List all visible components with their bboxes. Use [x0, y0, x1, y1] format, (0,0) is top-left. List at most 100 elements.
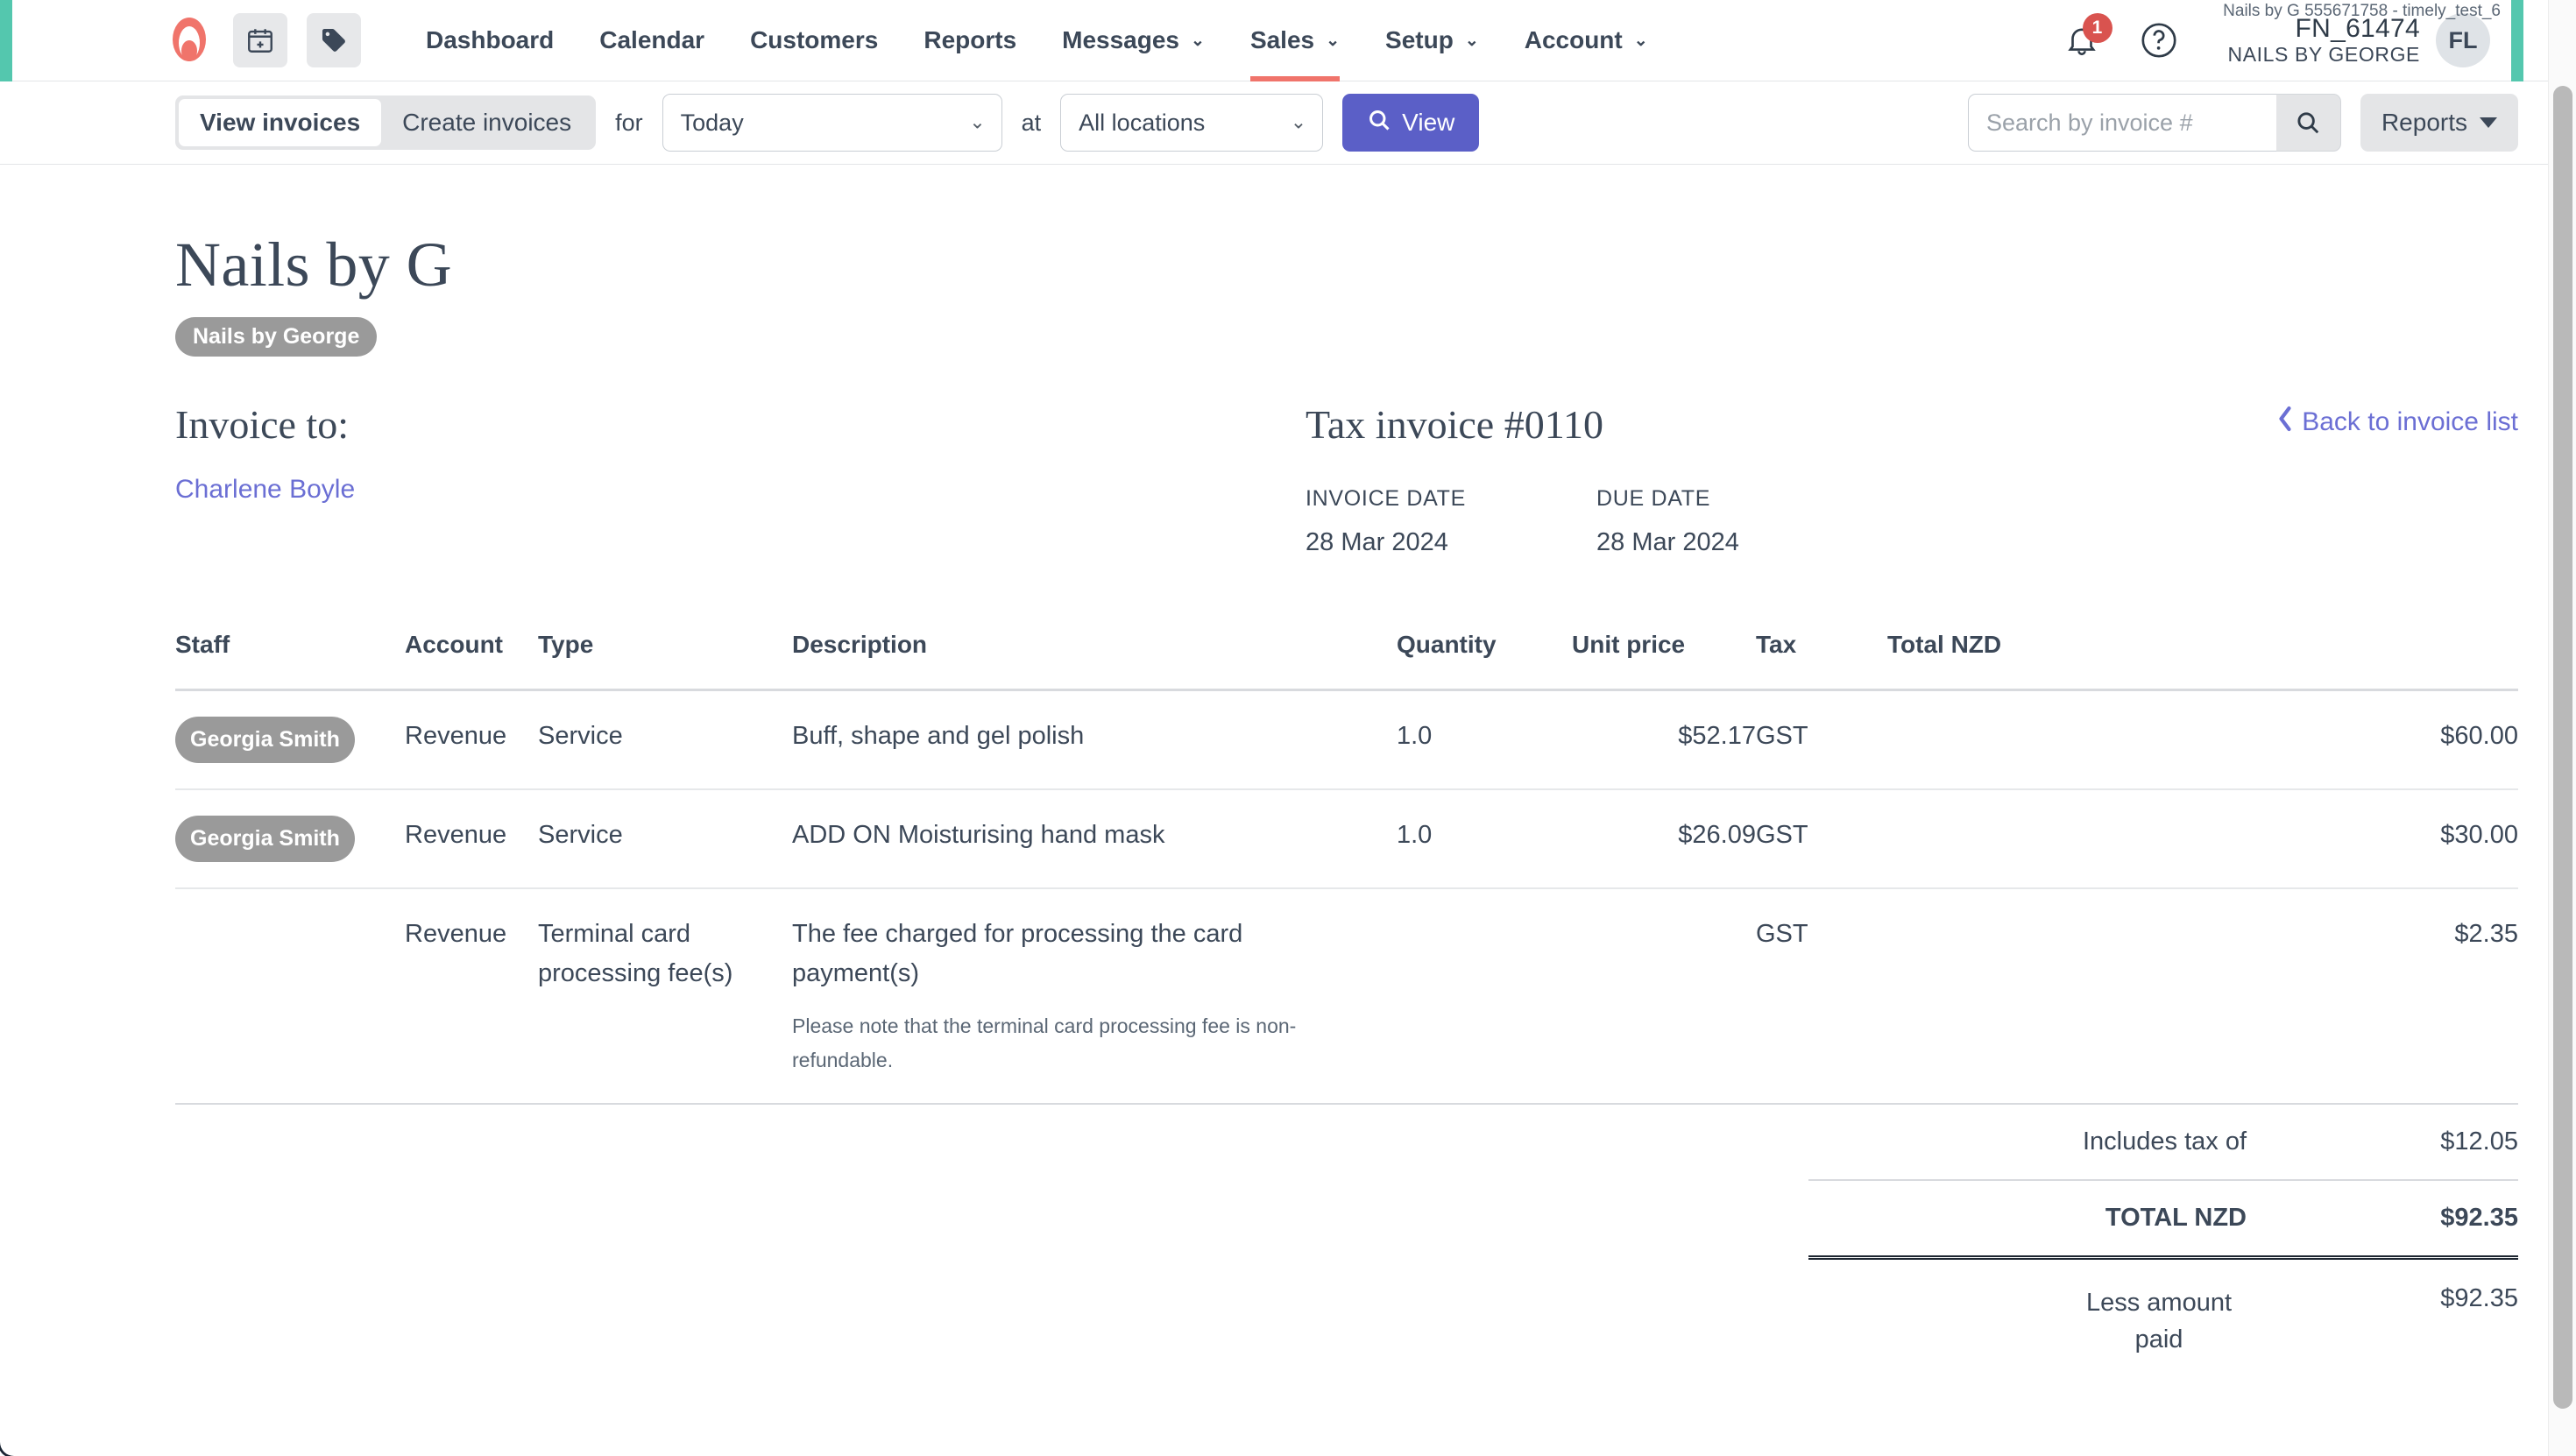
search-icon — [1367, 108, 1391, 138]
nav-label: Setup — [1385, 26, 1454, 53]
avatar[interactable]: FL — [2436, 13, 2490, 67]
notifications-button[interactable]: 1 — [2058, 13, 2112, 64]
invoice-mode-tabs: View invoices Create invoices — [175, 95, 597, 150]
amount-paid-value: $92.35 — [2440, 1283, 2518, 1312]
cell-description: Buff, shape and gel polish — [792, 690, 1397, 789]
column-header-type: Type — [538, 631, 594, 659]
nav-item-sales[interactable]: Sales ⌄ — [1228, 0, 1362, 81]
invoice-to-block: Invoice to: Charlene Boyle — [175, 403, 1306, 557]
due-date-value: 28 Mar 2024 — [1596, 528, 1739, 557]
toolbar-right-cluster: Reports — [1967, 94, 2518, 152]
nav-label: Reports — [924, 26, 1017, 53]
business-badge: Nails by George — [175, 317, 378, 357]
invoice-header-columns: Invoice to: Charlene Boyle Tax invoice #… — [175, 403, 2518, 557]
cell-total: $30.00 — [2440, 821, 2518, 850]
tab-view-invoices[interactable]: View invoices — [179, 99, 382, 146]
cell-quantity: 1.0 — [1397, 722, 1433, 751]
nav-item-customers[interactable]: Customers — [727, 0, 901, 81]
help-circle-icon[interactable] — [2135, 17, 2183, 64]
chevron-down-icon: ⌄ — [1326, 31, 1341, 50]
date-range-select[interactable]: Today ⌄ — [662, 94, 1002, 152]
cell-tax: GST — [1756, 821, 1808, 850]
new-appointment-button[interactable] — [233, 13, 287, 67]
totals-table: Includes tax of $12.05 TOTAL NZD $92.35 … — [1808, 1105, 2518, 1381]
reports-dropdown-button[interactable]: Reports — [2360, 94, 2518, 152]
invoice-dates-row: INVOICE DATE 28 Mar 2024 DUE DATE 28 Mar… — [1306, 486, 2518, 557]
view-button[interactable]: View — [1342, 94, 1480, 152]
nav-item-setup[interactable]: Setup ⌄ — [1362, 0, 1502, 81]
for-label: for — [615, 109, 643, 136]
view-button-label: View — [1402, 109, 1455, 136]
chevron-down-icon: ⌄ — [969, 110, 986, 133]
cell-staff: Georgia Smith — [175, 690, 405, 789]
totals-row-paid: Less amount paid $92.35 — [1808, 1257, 2518, 1381]
location-select[interactable]: All locations ⌄ — [1060, 94, 1324, 152]
cell-unit-price — [1572, 888, 1756, 1104]
column-header-account: Account — [405, 631, 503, 659]
cell-total: $60.00 — [2440, 722, 2518, 751]
chevron-left-icon — [2276, 406, 2294, 439]
cell-account: Revenue — [405, 821, 507, 850]
customer-link[interactable]: Charlene Boyle — [175, 475, 1306, 505]
back-to-invoice-list-link[interactable]: Back to invoice list — [2276, 406, 2518, 439]
table-row: Georgia Smith Revenue Service ADD ON Moi… — [175, 789, 2518, 888]
account-business-name: NAILS BY GEORGE — [2227, 42, 2420, 66]
chevron-down-icon: ⌄ — [1191, 31, 1205, 50]
header-right-cluster: 1 Nails by G 555671758 - timely_test_6 F… — [2058, 2, 2565, 67]
scrollbar-thumb[interactable] — [2553, 86, 2572, 1409]
invoice-date-label: INVOICE DATE — [1306, 486, 1466, 512]
nav-item-dashboard[interactable]: Dashboard — [403, 0, 577, 81]
account-block[interactable]: FN_61474 NAILS BY GEORGE — [2228, 14, 2420, 66]
back-link-label: Back to invoice list — [2302, 407, 2518, 436]
main-navigation: Dashboard Calendar Customers Reports Mes… — [403, 0, 1671, 81]
nav-item-messages[interactable]: Messages ⌄ — [1039, 0, 1228, 81]
table-row: Georgia Smith Revenue Service Buff, shap… — [175, 690, 2518, 790]
invoice-totals: Includes tax of $12.05 TOTAL NZD $92.35 … — [1808, 1105, 2518, 1381]
invoice-search-group — [1967, 94, 2341, 152]
column-header-total: Total NZD — [1887, 631, 2002, 659]
nav-label: Sales — [1249, 26, 1315, 53]
chevron-down-icon: ⌄ — [1464, 31, 1479, 50]
includes-tax-value: $12.05 — [2440, 1127, 2518, 1156]
search-submit-button[interactable] — [2275, 94, 2341, 152]
cell-type: Terminal card processing fee(s) — [538, 919, 733, 987]
totals-row-total: TOTAL NZD $92.35 — [1808, 1180, 2518, 1258]
right-accent-bar — [2511, 0, 2523, 81]
total-value: $92.35 — [2440, 1203, 2518, 1232]
cell-unit-price: $52.17 — [1678, 722, 1756, 751]
location-value: All locations — [1079, 109, 1206, 136]
cell-quantity: 1.0 — [1397, 821, 1433, 850]
chevron-down-icon: ⌄ — [1633, 31, 1648, 50]
cell-type: Service — [538, 722, 623, 751]
app-window: Dashboard Calendar Customers Reports Mes… — [0, 0, 2576, 1456]
search-input[interactable] — [1967, 94, 2276, 152]
nav-item-reports[interactable]: Reports — [901, 0, 1039, 81]
nav-label: Dashboard — [426, 26, 555, 53]
timely-logo-icon[interactable] — [165, 16, 214, 65]
cell-account: Revenue — [405, 919, 507, 948]
description-note: Please note that the terminal card proce… — [792, 1014, 1297, 1071]
column-header-quantity: Quantity — [1397, 631, 1497, 659]
sales-toolbar: View invoices Create invoices for Today … — [0, 81, 2576, 165]
caret-down-icon — [2480, 117, 2497, 128]
page-title: Nails by G — [175, 230, 452, 300]
vertical-scrollbar[interactable] — [2548, 0, 2576, 1456]
amount-paid-label: Less amount paid — [2085, 1288, 2233, 1354]
cell-unit-price: $26.09 — [1678, 821, 1756, 850]
cell-staff: Georgia Smith — [175, 789, 405, 888]
nav-label: Customers — [750, 26, 879, 53]
account-context-line: Nails by G 555671758 - timely_test_6 — [2223, 2, 2501, 20]
top-header: Dashboard Calendar Customers Reports Mes… — [0, 0, 2576, 81]
cell-account: Revenue — [405, 722, 507, 751]
staff-badge: Georgia Smith — [175, 717, 355, 764]
tab-create-invoices[interactable]: Create invoices — [381, 99, 592, 146]
table-body: Georgia Smith Revenue Service Buff, shap… — [175, 690, 2518, 1104]
due-date-label: DUE DATE — [1596, 486, 1711, 512]
nav-item-account[interactable]: Account ⌄ — [1502, 0, 1671, 81]
table-header-row: Staff Account Type Description Quantity … — [175, 631, 2518, 690]
new-sale-button[interactable] — [307, 13, 361, 67]
chevron-down-icon: ⌄ — [1290, 110, 1307, 133]
nav-item-calendar[interactable]: Calendar — [577, 0, 727, 81]
column-header-staff: Staff — [175, 631, 230, 659]
column-header-unit-price: Unit price — [1572, 631, 1686, 659]
